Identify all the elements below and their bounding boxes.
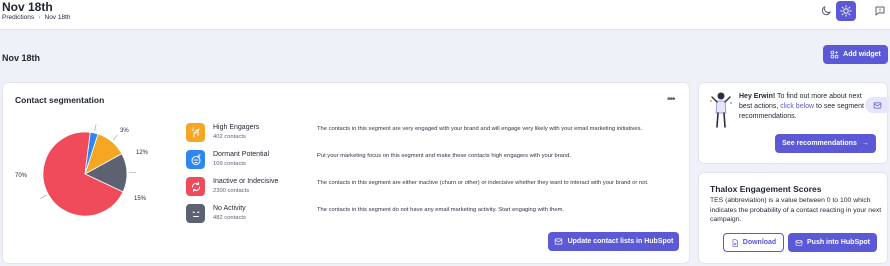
dark-theme-button[interactable] bbox=[816, 1, 836, 21]
segment-count: 109 contacts bbox=[213, 161, 246, 167]
pie-label-noactivity: 15% bbox=[134, 196, 147, 202]
pie-label-dormant: 3% bbox=[120, 128, 129, 134]
pie-leader-line bbox=[40, 194, 47, 199]
more-options-icon[interactable]: ••• bbox=[667, 94, 675, 105]
segment-name: No Activity bbox=[213, 205, 246, 212]
segment-count: 482 contacts bbox=[213, 215, 246, 221]
download-button[interactable]: Download bbox=[723, 233, 784, 252]
chevron-right-icon: › bbox=[38, 14, 41, 21]
sleeping-face-icon bbox=[186, 150, 205, 169]
push-label: Push into HubSpot bbox=[807, 239, 870, 246]
push-into-hubspot-button[interactable]: Push into HubSpot bbox=[788, 233, 877, 252]
mail-upload-icon bbox=[795, 239, 803, 246]
segment-description: Put your marketing focus on this segment… bbox=[317, 153, 571, 159]
segment-name: Inactive or Indecisive bbox=[213, 178, 279, 185]
section-title: Nov 18th bbox=[2, 53, 41, 63]
click-below-link[interactable]: click below bbox=[780, 103, 814, 110]
recommendation-message: Hey Erwin! To find out more about next b… bbox=[739, 92, 869, 122]
segment-name: Dormant Potential bbox=[213, 151, 270, 158]
segment-count: 402 contacts bbox=[213, 134, 246, 140]
pie-chart: 3% 12% 70% 15% bbox=[3, 118, 173, 228]
segment-description: The contacts in this segment are very en… bbox=[317, 126, 643, 132]
update-contact-lists-button[interactable]: Update contact lists in HubSpot bbox=[548, 232, 679, 251]
feedback-button[interactable] bbox=[871, 1, 889, 21]
neutral-face-icon bbox=[186, 204, 205, 223]
breadcrumb-predictions[interactable]: Predictions bbox=[2, 14, 34, 21]
pie-label-inactive: 70% bbox=[15, 173, 28, 179]
recommendations-card: Hey Erwin! To find out more about next b… bbox=[698, 82, 889, 164]
page-title: Nov 18th bbox=[2, 0, 53, 14]
document-icon bbox=[732, 238, 738, 247]
pie-leader-line bbox=[94, 124, 97, 132]
top-bar: Nov 18th Predictions › Nov 18th bbox=[0, 0, 890, 30]
card-title: Contact segmentation bbox=[15, 95, 105, 105]
light-theme-button[interactable] bbox=[836, 1, 856, 21]
feedback-icon bbox=[875, 6, 885, 16]
moon-icon bbox=[821, 6, 831, 16]
segment-description: The contacts in this segment are either … bbox=[317, 180, 649, 186]
pie-chart-svg bbox=[40, 124, 136, 217]
contact-segmentation-card: Contact segmentation ••• 3% 12% 70% 15% … bbox=[2, 82, 690, 264]
mail-tab[interactable] bbox=[865, 97, 889, 113]
breadcrumb-current: Nov 18th bbox=[44, 14, 71, 21]
update-button-label: Update contact lists in HubSpot bbox=[567, 238, 674, 245]
refresh-list-icon bbox=[554, 238, 562, 245]
segment-count: 2300 contacts bbox=[213, 188, 250, 194]
breadcrumb: Predictions › Nov 18th bbox=[2, 14, 71, 21]
add-widget-button[interactable]: Add widget bbox=[823, 45, 888, 64]
person-illustration-icon bbox=[710, 92, 732, 128]
sun-icon bbox=[840, 5, 852, 17]
add-widget-label: Add widget bbox=[843, 51, 881, 58]
see-recommendations-label: See recommendations bbox=[782, 140, 857, 147]
add-widget-icon bbox=[830, 50, 839, 59]
segment-description: The contacts in this segment do not have… bbox=[317, 207, 565, 213]
greeting: Hey Erwin! bbox=[739, 93, 776, 100]
tes-title: Thalox Engagement Scores bbox=[710, 184, 822, 194]
arrow-right-icon: → bbox=[861, 140, 869, 147]
sparkle-hand-icon bbox=[186, 123, 205, 142]
see-recommendations-button[interactable]: See recommendations → bbox=[775, 134, 876, 153]
download-label: Download bbox=[742, 239, 777, 246]
tes-card: Thalox Engagement Scores TES (abbreviati… bbox=[698, 172, 888, 264]
pie-label-high: 12% bbox=[136, 150, 149, 156]
tes-description: TES (abbreviation) is a value between 0 … bbox=[710, 197, 882, 224]
segment-name: High Engagers bbox=[213, 124, 260, 131]
cycle-icon bbox=[186, 177, 205, 196]
pie-leader-line bbox=[112, 134, 118, 141]
mail-icon bbox=[873, 102, 881, 108]
